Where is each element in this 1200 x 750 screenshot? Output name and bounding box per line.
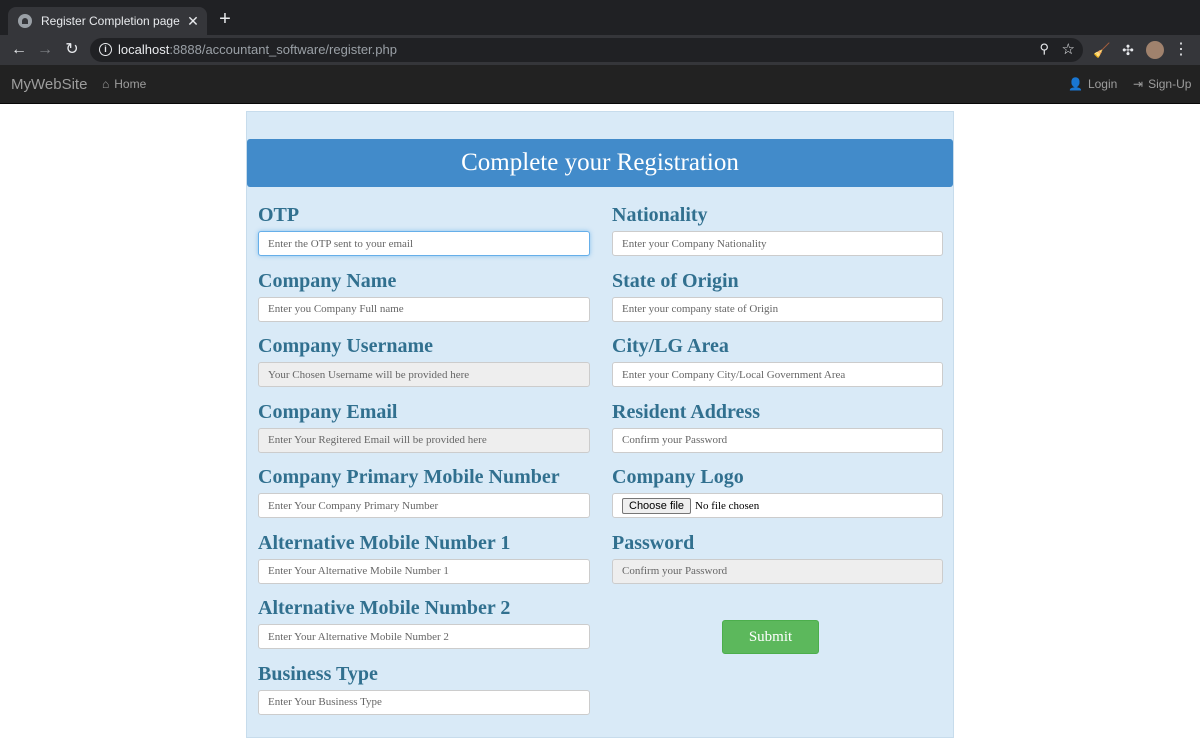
browser-tab[interactable]: Register Completion page ✕ (8, 7, 207, 35)
close-tab-icon[interactable]: ✕ (183, 13, 203, 30)
file-status-text: No file chosen (695, 499, 760, 512)
tab-title: Register Completion page (41, 14, 180, 28)
extensions-puzzle-icon[interactable]: ✣ (1119, 41, 1137, 59)
business-type-label: Business Type (258, 662, 378, 685)
resident-address-field-group: Resident Address (612, 401, 943, 467)
alt-mobile-2-label: Alternative Mobile Number 2 (258, 597, 511, 619)
otp-input[interactable] (258, 231, 590, 256)
nationality-label: Nationality (612, 204, 708, 226)
nav-login-link[interactable]: 👤 Login (1068, 77, 1117, 91)
city-lg-area-input[interactable] (612, 362, 943, 387)
sign-in-icon: ⇥ (1133, 77, 1144, 91)
city-lg-area-label: City/LG Area (612, 335, 729, 357)
state-of-origin-label: State of Origin (612, 269, 739, 292)
nationality-field-group: Nationality (612, 204, 943, 270)
alt-mobile-2-input[interactable] (258, 624, 590, 649)
back-arrow-icon[interactable]: ← (9, 40, 29, 60)
browser-menu-icon[interactable]: ⋮ (1172, 41, 1190, 59)
state-of-origin-input[interactable] (612, 296, 943, 322)
company-email-input[interactable] (258, 427, 590, 453)
browser-toolbar: ← → ↻ i localhost:8888/accountant_softwa… (0, 35, 1200, 65)
nav-home-label: Home (114, 77, 147, 91)
site-navbar: MyWebSite ⌂ Home 👤 Login ⇥ Sign-Up (0, 65, 1200, 104)
primary-mobile-input[interactable] (258, 493, 590, 518)
alt-mobile-1-field-group: Alternative Mobile Number 1 (258, 532, 590, 598)
reload-icon[interactable]: ↻ (62, 40, 82, 60)
company-email-field-group: Company Email (258, 401, 590, 467)
password-field-group: Password (612, 532, 943, 598)
new-tab-icon[interactable]: + (216, 9, 234, 29)
home-icon: ⌂ (102, 77, 110, 91)
extension-broom-icon[interactable]: 🧹 (1093, 41, 1111, 59)
company-username-field-group: Company Username (258, 335, 590, 401)
city-lg-area-field-group: City/LG Area (612, 335, 943, 401)
business-type-field-group: Business Type (258, 663, 590, 729)
company-email-label: Company Email (258, 400, 398, 423)
profile-avatar-icon[interactable] (1146, 41, 1164, 59)
url-path: :8888/accountant_software/register.php (169, 42, 397, 57)
nationality-input[interactable] (612, 231, 943, 256)
nav-home-link[interactable]: ⌂ Home (102, 77, 146, 91)
zoom-icon[interactable]: ⚲ (1039, 41, 1049, 57)
business-type-input[interactable] (258, 689, 590, 715)
password-input[interactable] (612, 558, 943, 584)
site-info-icon[interactable]: i (99, 43, 112, 56)
nav-signup-label: Sign-Up (1148, 77, 1192, 91)
resident-address-label: Resident Address (612, 400, 760, 423)
browser-tab-strip: Register Completion page ✕ + (0, 0, 1200, 35)
otp-label: OTP (258, 204, 300, 226)
nav-signup-link[interactable]: ⇥ Sign-Up (1133, 77, 1191, 91)
user-icon: 👤 (1068, 77, 1083, 91)
alt-mobile-1-input[interactable] (258, 558, 590, 584)
url-text[interactable]: localhost:8888/accountant_software/regis… (118, 42, 397, 57)
company-name-field-group: Company Name (258, 270, 590, 336)
primary-mobile-field-group: Company Primary Mobile Number (258, 466, 590, 532)
company-logo-label: Company Logo (612, 466, 744, 488)
password-label: Password (612, 531, 695, 554)
alt-mobile-2-field-group: Alternative Mobile Number 2 (258, 597, 590, 663)
registration-form-panel: Complete your Registration OTP Company N… (246, 111, 954, 738)
address-bar[interactable]: i localhost:8888/accountant_software/reg… (90, 38, 1083, 62)
form-right-column: Nationality State of Origin City/LG Area… (612, 204, 943, 597)
page-favicon-icon (18, 14, 32, 28)
company-name-label: Company Name (258, 269, 397, 292)
bookmark-star-icon[interactable]: ☆ (1062, 40, 1075, 58)
company-logo-field-group: Company Logo Choose file No file chosen (612, 466, 943, 532)
forward-arrow-icon[interactable]: → (35, 40, 55, 60)
resident-address-input[interactable] (612, 427, 943, 453)
primary-mobile-label: Company Primary Mobile Number (258, 466, 560, 488)
company-logo-file-input[interactable]: Choose file No file chosen (612, 493, 943, 518)
company-name-input[interactable] (258, 296, 590, 322)
site-brand[interactable]: MyWebSite (11, 76, 87, 93)
state-of-origin-field-group: State of Origin (612, 270, 943, 336)
otp-field-group: OTP (258, 204, 590, 270)
nav-login-label: Login (1087, 77, 1118, 91)
company-username-label: Company Username (258, 335, 433, 357)
submit-button[interactable]: Submit (722, 620, 819, 654)
form-left-column: OTP Company Name Company Username Compan… (258, 204, 590, 728)
alt-mobile-1-label: Alternative Mobile Number 1 (258, 531, 511, 554)
choose-file-button[interactable]: Choose file (622, 497, 692, 514)
company-username-input[interactable] (258, 362, 590, 387)
form-heading: Complete your Registration (247, 139, 953, 187)
url-host: localhost (118, 42, 170, 57)
